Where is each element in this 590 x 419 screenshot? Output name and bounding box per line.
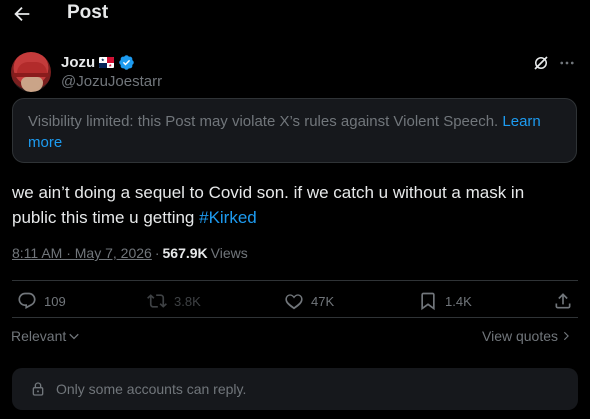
view-quotes-label: View quotes (482, 328, 559, 344)
reply-restriction-text: Only some accounts can reply. (56, 381, 247, 397)
divider (12, 317, 578, 318)
like-button[interactable]: 47K (284, 291, 334, 311)
hashtag-link[interactable]: #Kirked (199, 208, 257, 227)
verified-badge-icon (119, 55, 134, 70)
reply-count: 109 (44, 293, 66, 309)
views-count: 567.9K (162, 245, 208, 261)
post-timestamp[interactable]: 8:11 AM · May 7, 2026 (12, 245, 152, 261)
sort-label: Relevant (11, 328, 67, 344)
bookmark-icon (421, 292, 435, 311)
avatar[interactable] (11, 52, 51, 92)
repost-icon (147, 294, 167, 308)
bookmark-button[interactable]: 1.4K (418, 291, 472, 311)
author-name[interactable]: Jozu (61, 54, 95, 71)
more-options-icon[interactable] (558, 54, 576, 72)
post-body: we ain’t doing a sequel to Covid son. if… (12, 183, 525, 227)
page-title: Post (67, 2, 109, 23)
grok-icon[interactable] (532, 54, 550, 72)
chevron-right-icon (563, 331, 569, 341)
repost-button[interactable]: 3.8K (147, 291, 201, 311)
panama-flag-icon (99, 57, 115, 68)
lock-icon (32, 382, 44, 396)
arrow-left-icon[interactable] (10, 3, 34, 25)
bookmark-count: 1.4K (445, 293, 472, 309)
action-bar: 109 3.8K 47K 1.4K (0, 291, 590, 317)
post-text: we ain’t doing a sequel to Covid son. if… (12, 180, 572, 230)
reply-icon (18, 292, 36, 310)
view-quotes-link[interactable]: View quotes (482, 328, 571, 344)
like-count: 47K (311, 293, 335, 309)
visibility-notice-text: Visibility limited: this Post may violat… (28, 113, 503, 130)
top-bar: Post (0, 0, 590, 28)
heart-icon (285, 294, 303, 310)
chevron-down-icon (69, 333, 79, 340)
share-icon (555, 293, 571, 309)
repost-count: 3.8K (174, 293, 201, 309)
sort-dropdown[interactable]: Relevant (11, 328, 80, 344)
views-label: Views (210, 245, 248, 261)
reply-button[interactable]: 109 (17, 291, 66, 311)
meta-separator: · (154, 245, 160, 261)
divider (12, 280, 578, 281)
author-name-row: Jozu (61, 54, 135, 71)
share-button[interactable] (553, 291, 573, 311)
reply-restriction-notice: Only some accounts can reply. (12, 368, 578, 410)
author-handle[interactable]: @JozuJoestarr (61, 73, 162, 90)
visibility-notice: Visibility limited: this Post may violat… (12, 98, 577, 163)
post-meta: 8:11 AM · May 7, 2026 · 567.9K Views (12, 245, 248, 261)
